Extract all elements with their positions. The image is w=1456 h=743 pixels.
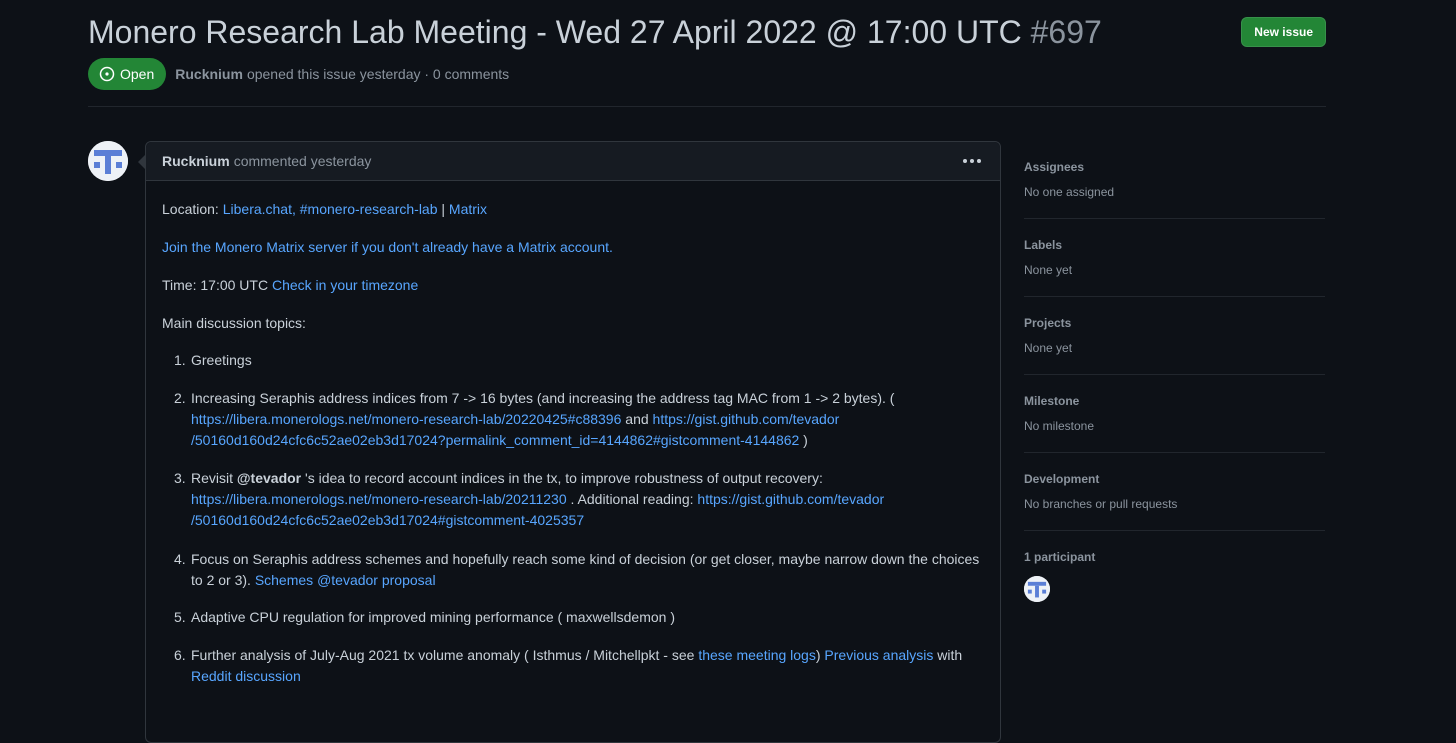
location-label: Location:	[162, 201, 219, 217]
time-label: Time: 17:00 UTC	[162, 277, 269, 293]
list-item-text: Focus on Seraphis address schemes and ho…	[191, 549, 986, 591]
tevador-proposal-link[interactable]: @tevador proposal	[317, 572, 436, 588]
sidebar-divider	[1024, 218, 1325, 219]
location-line: Location: Libera.chat, #monero-research-…	[162, 199, 487, 220]
reddit-discussion-link[interactable]: Reddit discussion	[191, 668, 301, 684]
labels-value: None yet	[1024, 263, 1073, 277]
list-item-text: Revisit @tevador 's idea to record accou…	[191, 468, 986, 531]
location-separator: |	[441, 201, 446, 217]
state-badge: Open	[88, 57, 167, 90]
kebab-horizontal-icon[interactable]	[962, 152, 982, 170]
list-item-number: 6.	[174, 647, 186, 663]
join-line: Join the Monero Matrix server if you don…	[162, 237, 613, 258]
sidebar-development: Development No branches or pull requests	[1024, 472, 1325, 511]
time-line: Time: 17:00 UTC Check in your timezone	[162, 275, 418, 296]
issue-number: #697	[1030, 14, 1102, 50]
topics-label: Main discussion topics:	[162, 315, 306, 331]
gist-link-part-2[interactable]: /50160d160d24cfc6c52ae02eb3d17024#gistco…	[191, 512, 584, 528]
gist-link-part-1[interactable]: https://gist.github.com/tevador	[697, 491, 884, 507]
sidebar-milestone: Milestone No milestone	[1024, 394, 1325, 433]
avatar-identicon	[1024, 576, 1050, 602]
issue-opened-icon	[99, 66, 115, 82]
list-item-text: Adaptive CPU regulation for improved min…	[191, 609, 675, 625]
monerologs-link[interactable]: https://libera.monerologs.net/monero-res…	[191, 491, 567, 507]
timezone-link[interactable]: Check in your timezone	[272, 277, 418, 293]
user-mention[interactable]: @tevador	[237, 470, 301, 486]
header-divider	[88, 106, 1326, 107]
item-text: with	[933, 647, 963, 663]
sidebar-divider	[1024, 296, 1325, 297]
assignees-title[interactable]: Assignees	[1024, 160, 1325, 174]
matrix-link[interactable]: Matrix	[449, 201, 487, 217]
milestone-value: No milestone	[1024, 419, 1095, 433]
list-item-number: 2.	[174, 390, 186, 406]
issue-title: Monero Research Lab Meeting - Wed 27 Apr…	[88, 10, 1326, 54]
milestone-title[interactable]: Milestone	[1024, 394, 1325, 408]
join-matrix-link[interactable]: Join the Monero Matrix server if you don…	[162, 239, 613, 255]
list-item-number: 4.	[174, 551, 186, 567]
list-item-number: 5.	[174, 609, 186, 625]
sidebar-labels: Labels None yet	[1024, 238, 1325, 277]
sidebar-divider	[1024, 374, 1325, 375]
item-text: Focus on Seraphis address schemes and ho…	[191, 551, 980, 567]
gist-link-part-1[interactable]: https://gist.github.com/tevador	[653, 411, 840, 427]
sidebar-divider	[1024, 452, 1325, 453]
location-link[interactable]: Libera.chat, #monero-research-lab	[223, 201, 438, 217]
list-item-number: 1.	[174, 352, 186, 368]
development-value: No branches or pull requests	[1024, 497, 1178, 511]
new-issue-button[interactable]: New issue	[1241, 17, 1326, 47]
sidebar-projects: Projects None yet	[1024, 316, 1325, 355]
assignees-value: No one assigned	[1024, 185, 1115, 199]
projects-value: None yet	[1024, 341, 1073, 355]
issue-author-link[interactable]: Rucknium	[175, 66, 243, 82]
item-text: . Additional reading:	[566, 491, 698, 507]
item-text: )	[799, 432, 808, 448]
comment-header: Rucknium commented yesterday	[146, 142, 1000, 181]
issue-meta: Open Rucknium opened this issue yesterda…	[88, 57, 509, 90]
item-text: to 2 or 3).	[191, 572, 255, 588]
sidebar-participants: 1 participant	[1024, 550, 1325, 602]
item-text: Revisit	[191, 470, 237, 486]
list-item-text: Greetings	[191, 352, 252, 368]
labels-title[interactable]: Labels	[1024, 238, 1325, 252]
item-text: Increasing Seraphis address indices from…	[191, 390, 895, 406]
gist-link-part-2[interactable]: /50160d160d24cfc6c52ae02eb3d17024?permal…	[191, 432, 799, 448]
monerologs-link[interactable]: https://libera.monerologs.net/monero-res…	[191, 411, 621, 427]
meeting-logs-link[interactable]: these meeting logs	[698, 647, 816, 663]
previous-analysis-link[interactable]: Previous analysis	[824, 647, 933, 663]
state-label: Open	[120, 65, 155, 82]
avatar[interactable]	[88, 141, 128, 181]
item-text: and	[621, 411, 653, 427]
list-item-text: Further analysis of July-Aug 2021 tx vol…	[191, 645, 986, 687]
sidebar-assignees: Assignees No one assigned	[1024, 160, 1325, 199]
development-title[interactable]: Development	[1024, 472, 1325, 486]
participants-title: 1 participant	[1024, 550, 1096, 564]
comment-time[interactable]: commented yesterday	[234, 153, 372, 169]
participant-avatar[interactable]	[1024, 576, 1050, 602]
comment-box: Rucknium commented yesterday Location: L…	[138, 141, 1001, 743]
list-item-number: 3.	[174, 470, 186, 486]
issue-title-text: Monero Research Lab Meeting - Wed 27 Apr…	[88, 14, 1022, 50]
schemes-link[interactable]: Schemes	[255, 572, 313, 588]
list-item-text: Increasing Seraphis address indices from…	[191, 388, 986, 451]
item-text: Further analysis of July-Aug 2021 tx vol…	[191, 647, 699, 663]
sidebar-divider	[1024, 530, 1325, 531]
avatar-identicon	[88, 141, 128, 181]
issue-opened-text: opened this issue yesterday · 0 comments	[246, 65, 510, 82]
issue-header: Monero Research Lab Meeting - Wed 27 Apr…	[88, 10, 1326, 54]
projects-title[interactable]: Projects	[1024, 316, 1325, 330]
item-text: 's idea to record account indices in the…	[301, 470, 823, 486]
comment-author-link[interactable]: Rucknium	[162, 153, 230, 169]
